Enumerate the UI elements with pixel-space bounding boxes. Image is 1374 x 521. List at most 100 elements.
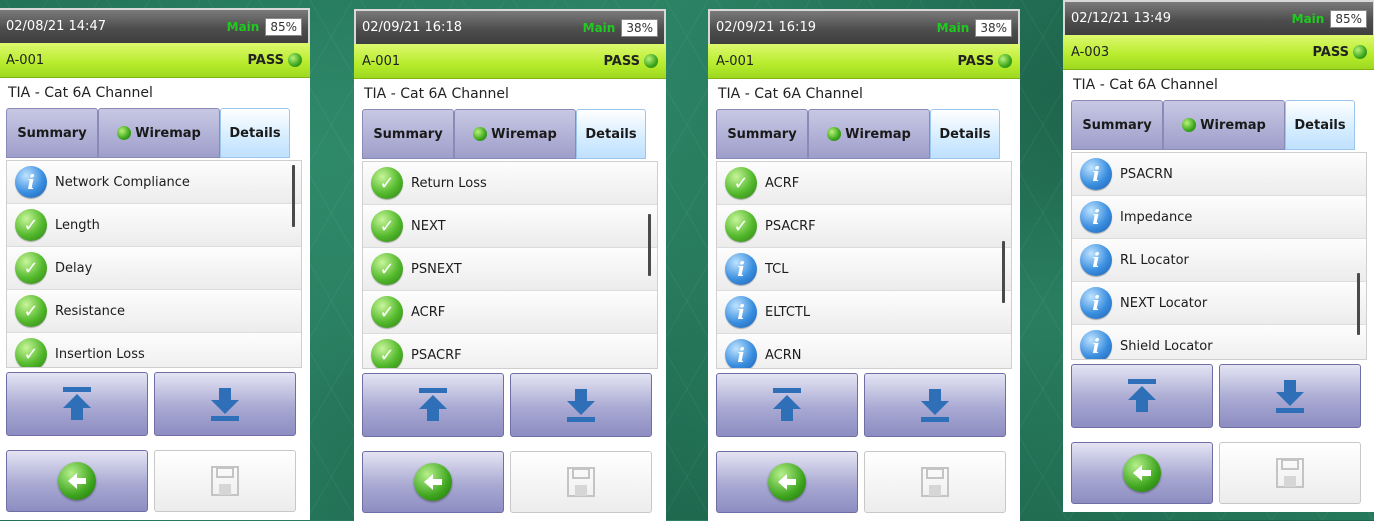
tab-details[interactable]: Details xyxy=(220,108,290,158)
pass-status: PASS xyxy=(247,53,302,68)
results-list: ✓ ACRF ✓ PSACRF i TCL i ELTCTL i ACRN xyxy=(716,161,1012,369)
test-standard: TIA - Cat 6A Channel xyxy=(364,86,509,102)
list-item[interactable]: i Shield Locator xyxy=(1072,325,1366,359)
pass-status: PASS xyxy=(1312,45,1367,60)
tab-summary[interactable]: Summary xyxy=(1071,100,1163,150)
list-item-label: Shield Locator xyxy=(1120,338,1213,354)
list-item[interactable]: ✓ NEXT xyxy=(363,205,657,248)
tab-wiremap[interactable]: Wiremap xyxy=(454,109,576,159)
page-down-button[interactable] xyxy=(1219,364,1361,428)
tab-wiremap[interactable]: Wiremap xyxy=(98,108,220,158)
result-bar: A-001 PASS xyxy=(0,43,310,78)
list-item-label: ACRF xyxy=(411,304,446,320)
check-icon: ✓ xyxy=(369,253,405,285)
result-bar: A-001 PASS xyxy=(354,44,666,79)
scrollbar[interactable] xyxy=(1357,273,1360,335)
list-item[interactable]: i ELTCTL xyxy=(717,291,1011,334)
back-arrow-icon xyxy=(414,463,452,501)
page-up-button[interactable] xyxy=(6,372,148,436)
list-item-label: Resistance xyxy=(55,303,126,319)
list-item[interactable]: ✓ Insertion Loss xyxy=(7,333,301,367)
test-standard: TIA - Cat 6A Channel xyxy=(718,86,863,102)
pass-status: PASS xyxy=(603,54,658,69)
battery-indicator: 38% xyxy=(621,18,658,37)
list-item[interactable]: ✓ Return Loss xyxy=(363,162,657,205)
scrollbar[interactable] xyxy=(648,214,651,276)
back-button[interactable] xyxy=(6,450,148,512)
list-item[interactable]: ✓ Resistance xyxy=(7,290,301,333)
bottom-actions xyxy=(354,437,666,513)
page-down-icon xyxy=(567,389,595,422)
cable-id: A-001 xyxy=(362,53,401,69)
page-down-button[interactable] xyxy=(864,373,1006,437)
back-button[interactable] xyxy=(716,451,858,513)
list-item[interactable]: ✓ Length xyxy=(7,204,301,247)
tab-details[interactable]: Details xyxy=(1285,100,1355,150)
tab-bar: Summary Wiremap Details xyxy=(708,109,1020,159)
page-down-button[interactable] xyxy=(154,372,296,436)
list-item-label: Insertion Loss xyxy=(55,346,145,362)
page-up-button[interactable] xyxy=(1071,364,1213,428)
save-button[interactable] xyxy=(1219,442,1361,504)
tab-summary-label: Summary xyxy=(373,126,443,142)
tab-summary[interactable]: Summary xyxy=(362,109,454,159)
tab-details[interactable]: Details xyxy=(576,109,646,159)
check-icon: ✓ xyxy=(369,339,405,368)
tab-summary[interactable]: Summary xyxy=(6,108,98,158)
list-item[interactable]: ✓ ACRF xyxy=(363,291,657,334)
list-item-label: PSNEXT xyxy=(411,261,462,277)
page-down-icon xyxy=(921,389,949,422)
scrollbar[interactable] xyxy=(292,165,295,227)
pass-label: PASS xyxy=(957,53,994,69)
list-item-label: PSACRF xyxy=(765,218,816,234)
page-up-button[interactable] xyxy=(716,373,858,437)
list-item[interactable]: ✓ Delay xyxy=(7,247,301,290)
page-nav xyxy=(354,369,666,437)
page-up-button[interactable] xyxy=(362,373,504,437)
mode-label: Main xyxy=(1291,11,1325,26)
list-item[interactable]: ✓ PSACRF xyxy=(717,205,1011,248)
back-button[interactable] xyxy=(1071,442,1213,504)
list-item[interactable]: ✓ PSACRF xyxy=(363,334,657,368)
save-button[interactable] xyxy=(864,451,1006,513)
check-icon: ✓ xyxy=(369,210,405,242)
tab-wiremap[interactable]: Wiremap xyxy=(1163,100,1285,150)
save-disk-icon xyxy=(211,466,239,496)
info-icon: i xyxy=(723,339,759,368)
list-item[interactable]: i Impedance xyxy=(1072,196,1366,239)
tab-summary-label: Summary xyxy=(727,126,797,142)
list-item[interactable]: i Network Compliance xyxy=(7,161,301,204)
list-item[interactable]: ✓ PSNEXT xyxy=(363,248,657,291)
tab-summary[interactable]: Summary xyxy=(716,109,808,159)
tab-summary-label: Summary xyxy=(1082,117,1152,133)
list-item-label: Impedance xyxy=(1120,209,1193,225)
list-item[interactable]: i RL Locator xyxy=(1072,239,1366,282)
list-item[interactable]: i TCL xyxy=(717,248,1011,291)
save-button[interactable] xyxy=(510,451,652,513)
info-icon: i xyxy=(723,253,759,285)
list-item-label: Return Loss xyxy=(411,175,487,191)
back-button[interactable] xyxy=(362,451,504,513)
save-disk-icon xyxy=(567,467,595,497)
status-bar: 02/09/21 16:19 Main 38% xyxy=(708,9,1020,44)
tab-wiremap-label: Wiremap xyxy=(135,125,201,141)
page-down-button[interactable] xyxy=(510,373,652,437)
save-button[interactable] xyxy=(154,450,296,512)
bottom-actions xyxy=(1063,428,1374,504)
list-item[interactable]: ✓ ACRF xyxy=(717,162,1011,205)
pass-dot-icon xyxy=(288,53,302,67)
check-icon: ✓ xyxy=(13,209,49,241)
list-item-label: PSACRN xyxy=(1120,166,1173,182)
list-item-label: ELTCTL xyxy=(765,304,811,320)
pass-dot-icon xyxy=(998,54,1012,68)
scrollbar[interactable] xyxy=(1002,241,1005,303)
tab-bar: Summary Wiremap Details xyxy=(0,108,310,158)
tab-wiremap-label: Wiremap xyxy=(845,126,911,142)
tab-details[interactable]: Details xyxy=(930,109,1000,159)
page-nav xyxy=(0,368,310,436)
list-item[interactable]: i NEXT Locator xyxy=(1072,282,1366,325)
pass-label: PASS xyxy=(603,53,640,69)
tab-wiremap[interactable]: Wiremap xyxy=(808,109,930,159)
list-item[interactable]: i PSACRN xyxy=(1072,153,1366,196)
list-item[interactable]: i ACRN xyxy=(717,334,1011,368)
